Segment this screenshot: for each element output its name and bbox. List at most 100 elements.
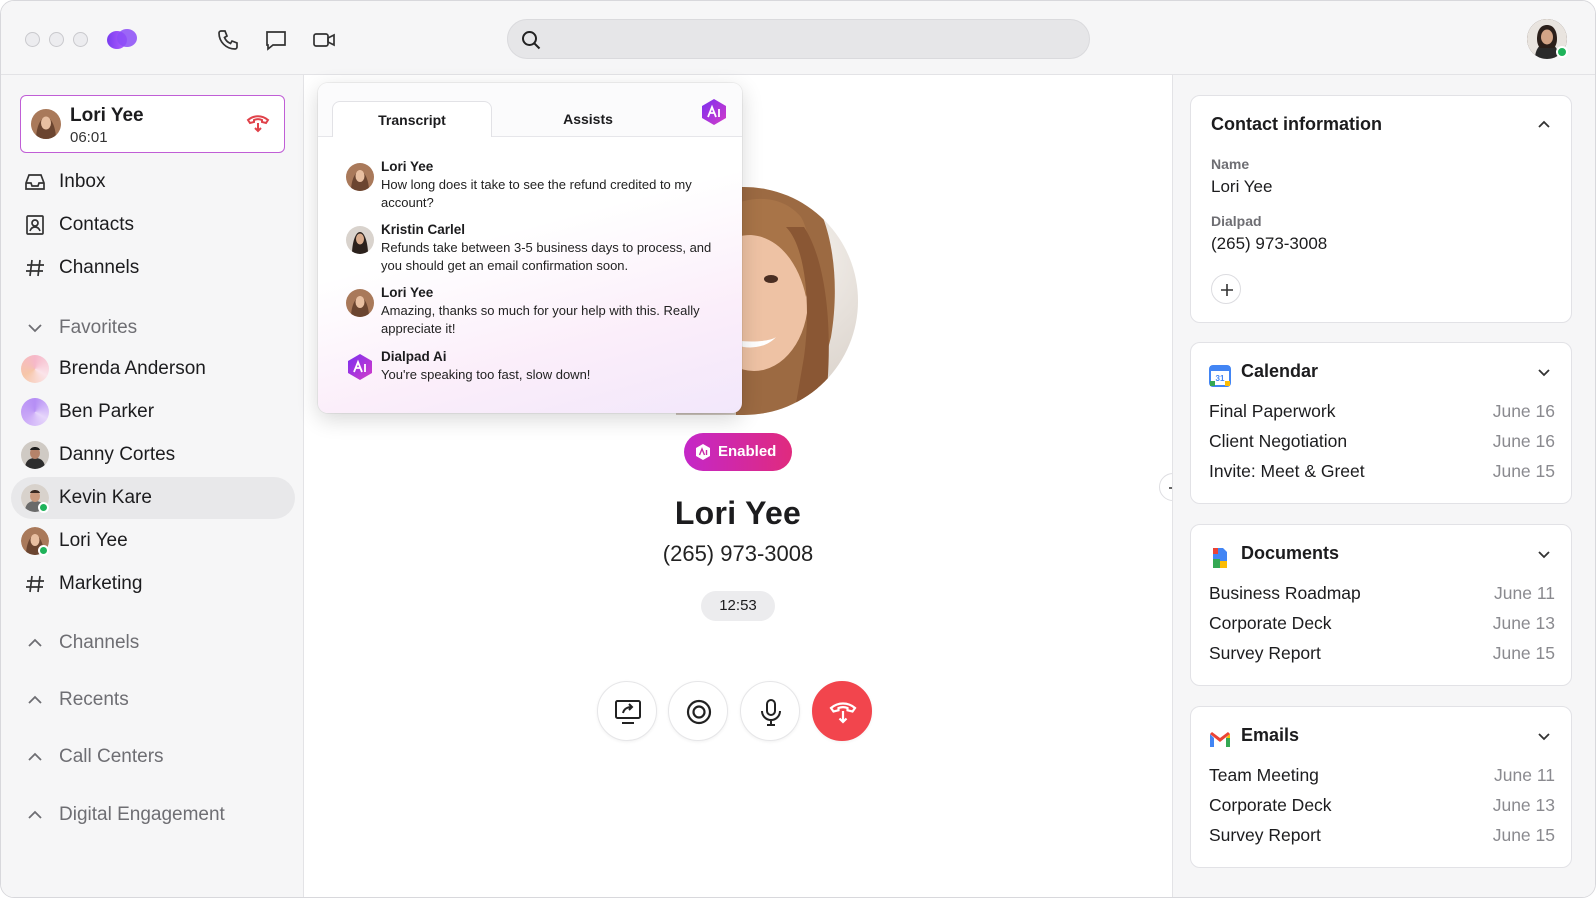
item-date: June 11 (1494, 765, 1555, 785)
calendar-item[interactable]: Client Negotiation June 16 (1209, 429, 1555, 457)
chevron-down-icon[interactable] (1535, 363, 1553, 381)
caller-name: Lori Yee (674, 495, 802, 531)
record-button[interactable] (668, 681, 728, 741)
item-date: June 16 (1492, 401, 1555, 421)
chat-icon[interactable] (263, 27, 289, 53)
recents-section-header[interactable]: Recents (11, 679, 295, 721)
call-centers-section-header[interactable]: Call Centers (11, 736, 295, 778)
ai-enabled-badge[interactable]: Enabled (684, 433, 792, 471)
presence-indicator (38, 545, 49, 556)
google-calendar-icon: 31 (1209, 365, 1231, 387)
favorite-danny-cortes[interactable]: Danny Cortes (11, 434, 295, 476)
plus-icon (1221, 284, 1233, 296)
mute-button[interactable] (740, 681, 800, 741)
digital-engagement-section-header[interactable]: Digital Engagement (11, 794, 295, 836)
favorite-label: Danny Cortes (59, 444, 176, 465)
chevron-down-icon[interactable] (1535, 727, 1553, 745)
microphone-icon (761, 699, 781, 726)
card-title: Calendar (1241, 361, 1319, 381)
documents-card: Documents Business Roadmap June 11 Corpo… (1190, 524, 1572, 686)
item-date: June 15 (1492, 643, 1555, 663)
item-title: Business Roadmap (1209, 583, 1361, 603)
end-call-button[interactable] (812, 681, 872, 741)
favorite-marketing[interactable]: Marketing (11, 563, 295, 605)
search-input[interactable] (548, 26, 1068, 52)
item-date: June 13 (1492, 613, 1555, 633)
active-call-card[interactable]: Lori Yee 06:01 (20, 95, 285, 153)
hang-up-icon[interactable] (246, 113, 270, 133)
maximize-window-button[interactable] (73, 32, 88, 47)
favorite-ben-parker[interactable]: Ben Parker (11, 391, 295, 433)
dialpad-ai-icon (348, 354, 372, 380)
tab-transcript[interactable]: Transcript (332, 101, 492, 137)
calendar-item[interactable]: Invite: Meet & Greet June 15 (1209, 459, 1555, 487)
chevron-up-icon (28, 695, 42, 704)
tab-assists[interactable]: Assists (508, 101, 668, 137)
emails-card: Emails Team Meeting June 11 Corporate De… (1190, 706, 1572, 868)
hang-up-icon (829, 702, 857, 724)
favorite-brenda-anderson[interactable]: Brenda Anderson (11, 348, 295, 390)
email-item[interactable]: Corporate Deck June 13 (1209, 793, 1555, 821)
window-controls (25, 32, 88, 47)
minimize-window-button[interactable] (49, 32, 64, 47)
document-item[interactable]: Corporate Deck June 13 (1209, 611, 1555, 639)
favorite-label: Ben Parker (59, 401, 155, 422)
chevron-up-icon (28, 638, 42, 647)
document-item[interactable]: Survey Report June 15 (1209, 641, 1555, 669)
hash-icon (26, 259, 44, 277)
section-label: Recents (59, 689, 129, 710)
item-title: Team Meeting (1209, 765, 1319, 785)
favorite-kevin-kare[interactable]: Kevin Kare (11, 477, 295, 519)
favorite-lori-yee[interactable]: Lori Yee (11, 520, 295, 562)
item-date: June 15 (1492, 825, 1555, 845)
dialpad-ai-icon[interactable] (700, 98, 728, 126)
item-date: June 11 (1494, 583, 1555, 603)
sidebar-item-channels[interactable]: Channels (11, 247, 295, 289)
card-title: Contact information (1211, 114, 1382, 134)
search-icon (522, 31, 541, 50)
details-panel: Contact information Name Lori Yee Dialpa… (1172, 75, 1595, 897)
chevron-up-icon[interactable] (1535, 116, 1553, 134)
channels-section-header[interactable]: Channels (11, 622, 295, 664)
sidebar-item-inbox[interactable]: Inbox (11, 161, 295, 203)
document-item[interactable]: Business Roadmap June 11 (1209, 581, 1555, 609)
transcript-message: Dialpad Ai You're speaking too fast, slo… (346, 349, 726, 389)
call-timer: 12:53 (701, 591, 775, 621)
dialpad-label: Dialpad (1211, 213, 1262, 229)
google-docs-icon (1213, 548, 1227, 568)
inbox-icon (25, 174, 45, 190)
ai-status-label: Enabled (718, 443, 777, 460)
name-value: Lori Yee (1211, 177, 1273, 196)
item-date: June 16 (1492, 431, 1555, 451)
email-item[interactable]: Survey Report June 15 (1209, 823, 1555, 851)
contact-info-card: Contact information Name Lori Yee Dialpa… (1190, 95, 1572, 323)
chevron-down-icon[interactable] (1535, 545, 1553, 563)
item-date: June 13 (1492, 795, 1555, 815)
avatar (21, 398, 49, 426)
call-view: Transcript Assists Lori Yee How long doe… (304, 75, 1172, 897)
sidebar: Lori Yee 06:01 Inbox Contacts Channels F… (1, 75, 304, 897)
item-title: Corporate Deck (1209, 613, 1332, 633)
svg-text:31: 31 (1216, 374, 1225, 383)
dialpad-ai-icon (696, 444, 710, 460)
avatar (346, 163, 374, 191)
close-window-button[interactable] (25, 32, 40, 47)
favorite-label: Brenda Anderson (59, 358, 206, 379)
chevron-up-icon (28, 810, 42, 819)
add-field-button[interactable] (1211, 274, 1241, 304)
calendar-item[interactable]: Final Paperwork June 16 (1209, 399, 1555, 427)
search-bar[interactable] (507, 19, 1090, 59)
sidebar-item-label: Inbox (59, 171, 106, 192)
section-label: Digital Engagement (59, 804, 225, 825)
gmail-icon (1210, 732, 1230, 747)
record-icon (686, 699, 712, 725)
phone-icon[interactable] (215, 27, 241, 53)
favorites-section-header[interactable]: Favorites (11, 307, 295, 349)
avatar (21, 441, 49, 469)
dialpad-value[interactable]: (265) 973-3008 (1211, 234, 1327, 254)
video-icon[interactable] (311, 27, 337, 53)
email-item[interactable]: Team Meeting June 11 (1209, 763, 1555, 791)
presence-indicator (1556, 46, 1568, 58)
screen-share-button[interactable] (597, 681, 657, 741)
sidebar-item-contacts[interactable]: Contacts (11, 204, 295, 246)
